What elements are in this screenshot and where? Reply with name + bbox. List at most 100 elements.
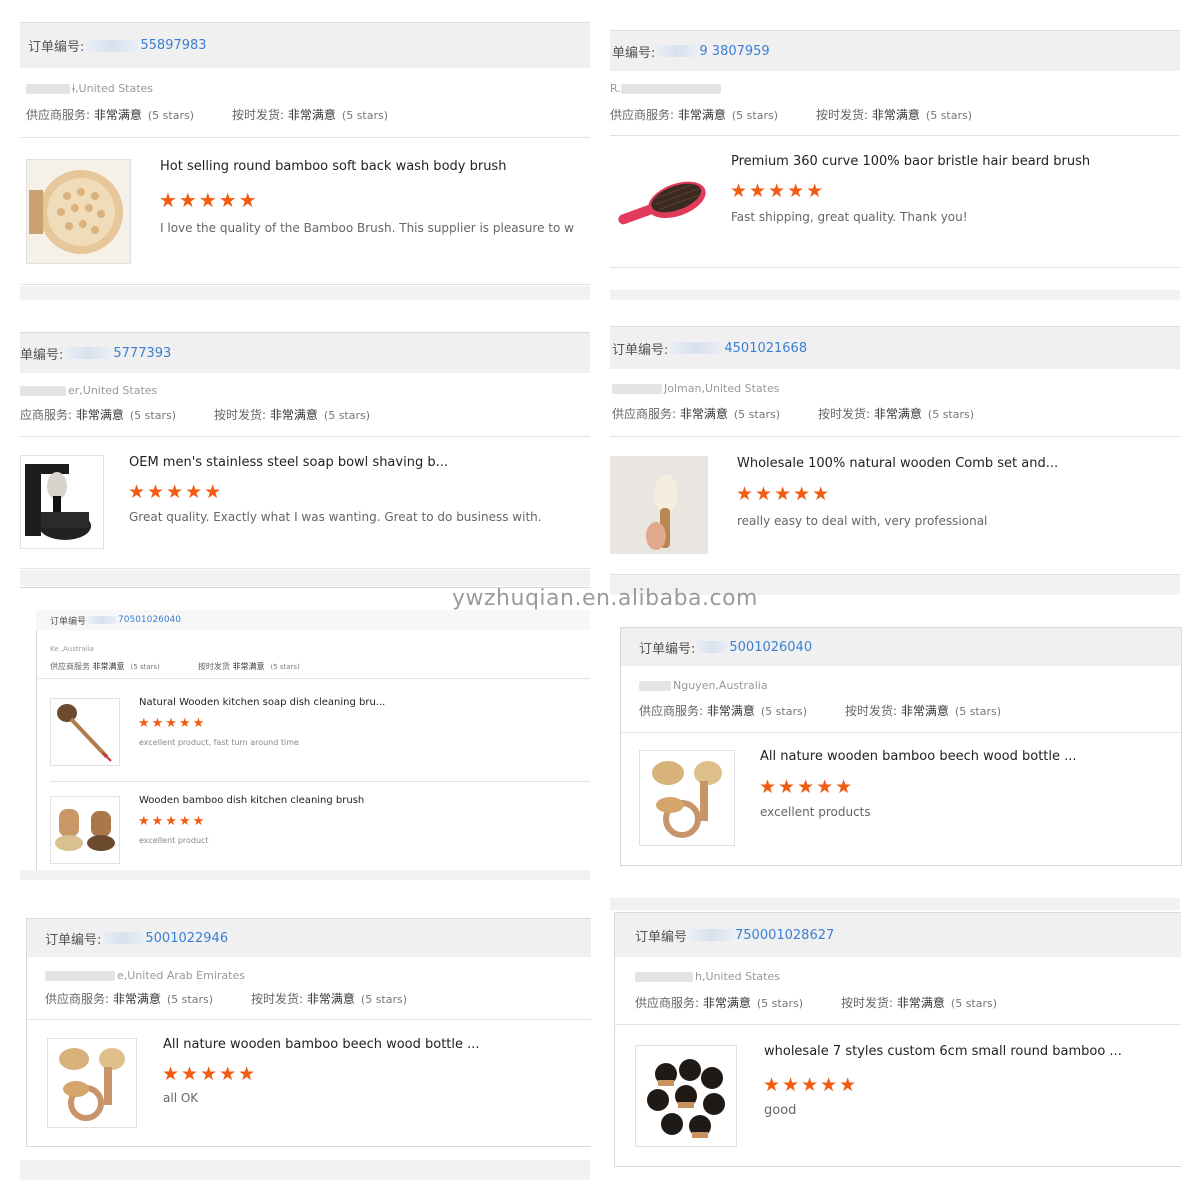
order-header: 订单编号 70501026040 bbox=[36, 610, 590, 630]
review-text: excellent product bbox=[139, 836, 209, 845]
order-header: 订单编号: 4501021668 bbox=[610, 326, 1180, 369]
order-label: 订单编号: bbox=[612, 342, 669, 358]
buyer-location: R. bbox=[610, 82, 723, 95]
redacted-buyer-name bbox=[26, 83, 70, 94]
buyer-location: ɨ,United States bbox=[26, 82, 153, 95]
product-image-small-round-brushes[interactable] bbox=[635, 1045, 737, 1147]
review-text: Great quality. Exactly what I was wantin… bbox=[129, 510, 542, 524]
order-label: 订单编号: bbox=[639, 641, 696, 657]
review-card-1: 订单编号: 55897983 ɨ,United States 供应商服务: 非常… bbox=[20, 22, 590, 302]
review-card-4: 订单编号: 4501021668 Jolman,United States 供应… bbox=[610, 326, 1180, 592]
review-text: really easy to deal with, very professio… bbox=[737, 514, 988, 528]
order-label: 订单编号: bbox=[28, 40, 85, 55]
star-rating: ★★★★★ bbox=[730, 180, 826, 202]
order-header: 订单编号: 55897983 bbox=[20, 22, 590, 68]
redacted-buyer-name bbox=[620, 83, 721, 94]
review-text: all OK bbox=[163, 1091, 199, 1105]
redacted-order-prefix bbox=[657, 45, 698, 57]
product-image-bamboo-pot-brushes[interactable] bbox=[50, 796, 120, 864]
order-label: 单编号: bbox=[612, 45, 656, 61]
buyer-location: er,United States bbox=[20, 384, 157, 397]
product-title-link[interactable]: Premium 360 curve 100% baor bristle hair… bbox=[731, 154, 1171, 169]
order-header: 单编号: 5777393 bbox=[20, 332, 590, 373]
star-rating: ★★★★★ bbox=[138, 814, 207, 829]
order-label: 单编号: bbox=[20, 347, 64, 363]
buyer-location: Nguyen,Australia bbox=[639, 679, 768, 692]
star-rating: ★★★★★ bbox=[128, 481, 224, 503]
review-card-6: 订单编号: 5001026040 Nguyen,Australia 供应商服务:… bbox=[620, 627, 1182, 866]
order-number-link[interactable]: 55897983 bbox=[140, 38, 206, 53]
product-title-link[interactable]: Wooden bamboo dish kitchen cleaning brus… bbox=[139, 795, 579, 806]
review-card-7: 订单编号: 5001022946 e,United Arab Emirates … bbox=[26, 918, 591, 1147]
review-card-8: 订单编号 750001028627 h,United States 供应商服务:… bbox=[614, 912, 1181, 1167]
product-image-bottle-brush-set[interactable] bbox=[639, 750, 735, 846]
redacted-order-prefix bbox=[697, 641, 728, 653]
review-text: Fast shipping, great quality. Thank you! bbox=[731, 210, 968, 224]
review-text: I love the quality of the Bamboo Brush. … bbox=[160, 221, 574, 235]
review-card-5: 订单编号 70501026040 Ke ,Australia 供应商服务 非常满… bbox=[20, 602, 590, 880]
review-text: excellent products bbox=[760, 805, 871, 819]
review-card-3: 单编号: 5777393 er,United States 应商服务: 非常满意… bbox=[20, 330, 590, 592]
redacted-buyer-name bbox=[20, 385, 66, 396]
product-title-link[interactable]: wholesale 7 styles custom 6cm small roun… bbox=[764, 1044, 1164, 1059]
buyer-location: e,United Arab Emirates bbox=[45, 969, 245, 982]
order-number-link[interactable]: 4501021668 bbox=[724, 341, 807, 356]
redacted-order-prefix bbox=[103, 932, 144, 944]
redacted-order-prefix bbox=[88, 616, 117, 624]
product-title-link[interactable]: OEM men's stainless steel soap bowl shav… bbox=[129, 455, 579, 470]
review-card-2: 单编号: 9 3807959 R. 供应商服务: 非常满意 (5 stars) 按时… bbox=[610, 22, 1180, 302]
buyer-location: Jolman,United States bbox=[612, 382, 779, 395]
order-label: 订单编号 bbox=[50, 616, 87, 627]
order-number-link[interactable]: 70501026040 bbox=[118, 615, 181, 625]
order-label: 订单编号: bbox=[45, 932, 102, 948]
star-rating: ★★★★★ bbox=[159, 188, 259, 212]
product-title-link[interactable]: Wholesale 100% natural wooden Comb set a… bbox=[737, 456, 1167, 471]
redacted-order-prefix bbox=[689, 929, 734, 941]
buyer-location: h,United States bbox=[635, 970, 780, 983]
rating-summary: 供应商服务: 非常满意 (5 stars) 按时发货: 非常满意 (5 stars) bbox=[610, 108, 973, 122]
product-image-round-bath-brush[interactable] bbox=[26, 159, 131, 264]
review-text: good bbox=[764, 1103, 797, 1118]
order-number-link[interactable]: 5001022946 bbox=[145, 931, 228, 946]
rating-summary: 供应商服务: 非常满意 (5 stars) 按时发货: 非常满意 (5 stars) bbox=[26, 108, 389, 122]
rating-summary: 供应商服务: 非常满意 (5 stars) 按时发货: 非常满意 (5 stars) bbox=[639, 704, 1002, 718]
redacted-order-prefix bbox=[86, 39, 139, 52]
star-rating: ★★★★★ bbox=[763, 1074, 859, 1096]
order-header: 订单编号 750001028627 bbox=[615, 912, 1181, 957]
star-rating: ★★★★★ bbox=[138, 716, 207, 731]
review-text: excellent product, fast turn around time bbox=[139, 738, 299, 747]
product-title-link[interactable]: All nature wooden bamboo beech wood bott… bbox=[760, 749, 1160, 764]
order-label: 订单编号 bbox=[635, 929, 688, 945]
watermark-text: ywzhuqian.en.alibaba.com bbox=[452, 586, 758, 611]
star-rating: ★★★★★ bbox=[759, 776, 855, 798]
order-header: 订单编号: 5001022946 bbox=[27, 918, 591, 957]
redacted-buyer-name bbox=[45, 970, 115, 981]
rating-summary: 供应商服务: 非常满意 (5 stars) 按时发货: 非常满意 (5 stars) bbox=[45, 992, 408, 1006]
rating-summary: 应商服务: 非常满意 (5 stars) 按时发货: 非常满意 (5 stars) bbox=[20, 408, 371, 422]
order-number-link[interactable]: 750001028627 bbox=[735, 928, 834, 943]
redacted-buyer-name bbox=[639, 680, 671, 691]
order-number-link[interactable]: 5777393 bbox=[113, 346, 171, 361]
order-number-link[interactable]: 9 3807959 bbox=[699, 44, 769, 59]
product-image-hair-brush[interactable] bbox=[610, 155, 712, 257]
product-title-link[interactable]: Hot selling round bamboo soft back wash … bbox=[160, 159, 580, 174]
redacted-order-prefix bbox=[65, 347, 112, 359]
product-image-wooden-comb-brush[interactable] bbox=[610, 456, 708, 554]
redacted-buyer-name bbox=[612, 383, 662, 394]
rating-summary: 供应商服务: 非常满意 (5 stars) 按时发货: 非常满意 (5 stars) bbox=[612, 407, 975, 421]
rating-summary: 供应商服务 非常满意 (5 stars) 按时发货 非常满意 (5 stars) bbox=[50, 662, 300, 671]
order-number-link[interactable]: 5001026040 bbox=[729, 640, 812, 655]
order-header: 订单编号: 5001026040 bbox=[621, 628, 1181, 666]
star-rating: ★★★★★ bbox=[736, 483, 832, 505]
redacted-order-prefix bbox=[670, 342, 723, 354]
rating-summary: 供应商服务: 非常满意 (5 stars) 按时发货: 非常满意 (5 stars) bbox=[635, 996, 998, 1010]
order-header: 单编号: 9 3807959 bbox=[610, 30, 1180, 71]
product-title-link[interactable]: Natural Wooden kitchen soap dish cleanin… bbox=[139, 697, 579, 708]
product-title-link[interactable]: All nature wooden bamboo beech wood bott… bbox=[163, 1037, 573, 1052]
buyer-location: Ke ,Australia bbox=[50, 645, 94, 653]
star-rating: ★★★★★ bbox=[162, 1063, 258, 1085]
redacted-buyer-name bbox=[635, 971, 693, 982]
product-image-shaving-set[interactable] bbox=[20, 455, 104, 549]
product-image-dish-brush[interactable] bbox=[50, 698, 120, 766]
product-image-bottle-brush-set[interactable] bbox=[47, 1038, 137, 1128]
